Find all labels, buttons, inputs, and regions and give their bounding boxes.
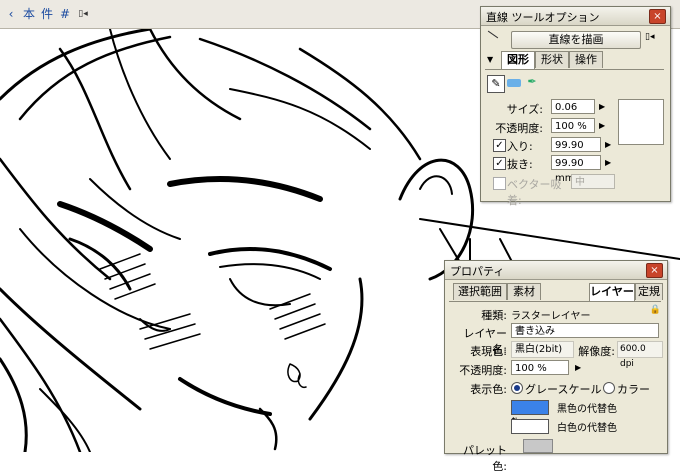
white-substitute-label: 白色の代替色 (557, 423, 617, 434)
properties-panel: プロパティ × 選択範囲 素材 レイヤー 定規 🔒 種類: ラスターレイヤー レ… (444, 260, 668, 473)
size-arrow-icon[interactable]: ▶ (599, 102, 605, 111)
layer-opacity-arrow-icon[interactable]: ▶ (575, 363, 581, 372)
ink-mode-icon[interactable]: ✒ (525, 75, 539, 89)
in-label: 入り: (507, 140, 533, 153)
lock-icon[interactable]: 🔒 (650, 305, 661, 315)
grayscale-label: グレースケール (525, 383, 602, 396)
resolution-label: 解像度: (578, 345, 615, 358)
tab-shape[interactable]: 形状 (535, 51, 569, 68)
layer-name-field[interactable]: 書き込み (511, 323, 659, 338)
black-substitute-label: 黒色の代替色 (557, 404, 617, 415)
tool-options-title: 直線 ツールオプション (486, 11, 600, 24)
stack-icon[interactable]: 件 (38, 6, 56, 22)
color-radio[interactable] (603, 382, 615, 394)
brush-preview (618, 99, 664, 145)
layer-opacity-label: 不透明度: (459, 364, 507, 377)
white-substitute-swatch[interactable] (511, 419, 549, 434)
color-mode-value: 黒白(2bit) (511, 341, 574, 358)
brush-mode-icon[interactable] (507, 79, 521, 87)
pen-mode-icon[interactable]: ✎ (487, 75, 505, 93)
out-checkbox[interactable]: ✓ (493, 157, 506, 170)
tab-selection[interactable]: 選択範囲 (453, 283, 507, 300)
draw-line-button[interactable]: 直線を描画 (511, 31, 641, 49)
resolution-value: 600.0 dpi (617, 341, 663, 369)
tab-operation[interactable]: 操作 (569, 51, 603, 68)
tab-collapse-icon[interactable]: ▼ (487, 55, 493, 64)
color-option-label: カラー (617, 383, 650, 396)
properties-tabs: 選択範囲 素材 レイヤー 定規 (449, 283, 663, 302)
in-checkbox[interactable]: ✓ (493, 139, 506, 152)
opacity-arrow-icon[interactable]: ▶ (599, 121, 605, 130)
opacity-label: 不透明度: (495, 122, 543, 135)
close-icon[interactable]: × (649, 9, 666, 24)
panel-menu-icon[interactable]: ▯◂ (74, 6, 92, 22)
tool-tabs: ▼ 図形 形状 操作 (485, 51, 664, 70)
grayscale-radio[interactable] (511, 382, 523, 394)
palette-color-label: パレット色: (463, 444, 507, 473)
type-label: 種類: (481, 309, 507, 322)
size-label: サイズ: (506, 103, 543, 116)
vector-snap-checkbox[interactable] (493, 177, 506, 190)
grid-icon[interactable]: # (56, 6, 74, 22)
out-arrow-icon[interactable]: ▶ (605, 158, 611, 167)
tool-options-panel: 直線 ツールオプション × 直線を描画 ▯◂ ▼ 図形 形状 操作 ✎ ✒ サイ… (480, 6, 671, 207)
out-label: 抜き: (507, 158, 533, 171)
wave-icon[interactable]: ‹ (2, 6, 20, 22)
tool-options-titlebar[interactable]: 直線 ツールオプション × (481, 7, 670, 26)
properties-titlebar[interactable]: プロパティ × (445, 261, 667, 280)
panel-menu-icon[interactable]: ▯◂ (645, 32, 654, 42)
vector-snap-label: ベクター吸着: (507, 178, 562, 207)
display-color-label: 表示色: (470, 383, 507, 396)
vector-snap-select[interactable]: 中 (571, 174, 615, 189)
black-substitute-swatch[interactable] (511, 400, 549, 415)
in-field[interactable]: 99.90 mm (551, 137, 601, 166)
line-tool-icon (487, 30, 499, 39)
layer-opacity-field[interactable]: 100 % (511, 360, 569, 375)
tab-material[interactable]: 素材 (507, 283, 541, 300)
out-field[interactable]: 99.90 mm (551, 155, 601, 184)
color-mode-label: 表現色: (470, 345, 507, 358)
tab-layer[interactable]: レイヤー (589, 283, 635, 301)
opacity-field[interactable]: 100 % (551, 118, 595, 133)
book-icon[interactable]: 本 (20, 6, 38, 22)
tab-figure[interactable]: 図形 (501, 51, 535, 69)
palette-color-swatch[interactable] (523, 439, 553, 453)
type-value: ラスターレイヤー (511, 311, 591, 322)
properties-title: プロパティ (450, 265, 505, 278)
tab-ruler[interactable]: 定規 (635, 283, 663, 300)
size-field[interactable]: 0.06 mm (551, 99, 595, 128)
close-icon[interactable]: × (646, 263, 663, 278)
in-arrow-icon[interactable]: ▶ (605, 140, 611, 149)
